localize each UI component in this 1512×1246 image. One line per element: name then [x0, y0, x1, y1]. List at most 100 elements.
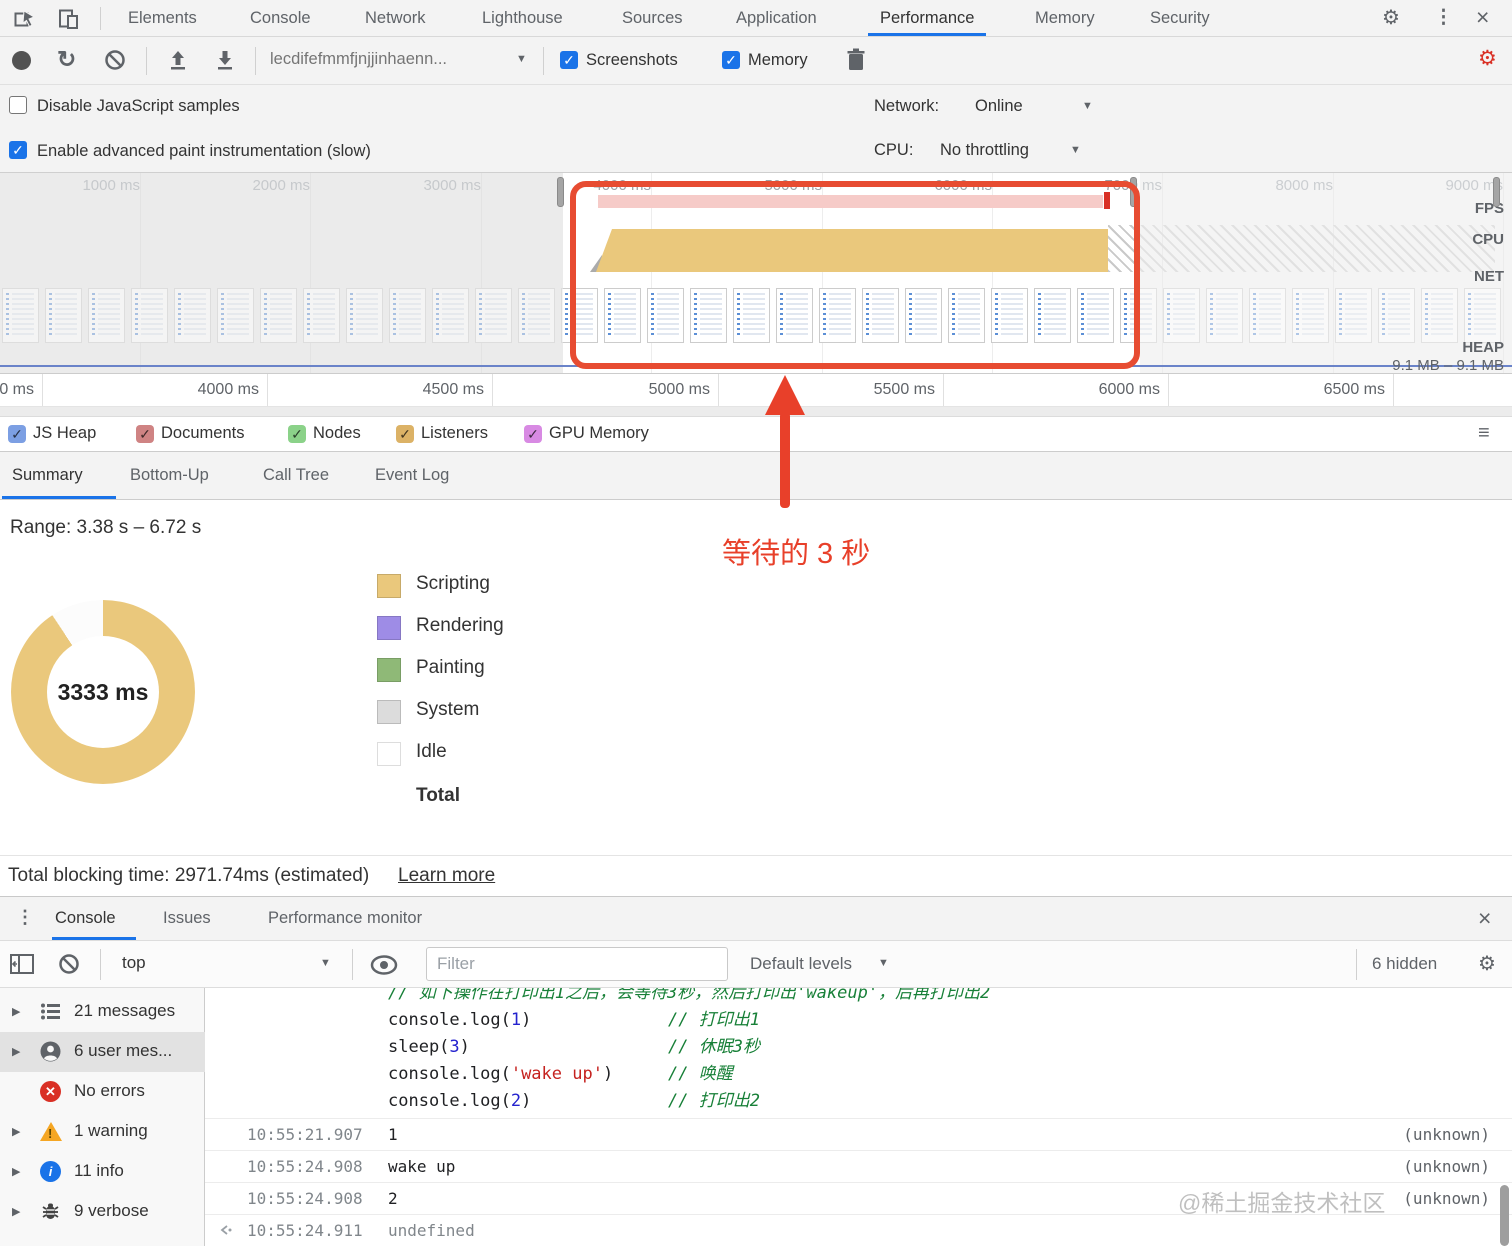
kebab-menu-icon[interactable]: ⋮: [1434, 6, 1453, 29]
tab-call-tree[interactable]: Call Tree: [263, 452, 329, 499]
log-value: wake up: [388, 1157, 456, 1176]
console-code-block[interactable]: // 如下操作在打印出1之后，会等待3秒，然后打印出'wakeup'，后再打印出…: [388, 988, 990, 1115]
legend-swatch-rendering: [377, 616, 401, 640]
chevron-right-icon[interactable]: ▶: [12, 1205, 20, 1218]
sidebar-item-all-messages[interactable]: ▶ 21 messages: [0, 992, 205, 1032]
drawer-tab-console[interactable]: Console: [55, 897, 116, 940]
nodes-checkbox[interactable]: ✓: [288, 425, 306, 443]
memory-label: Memory: [748, 51, 808, 69]
chevron-right-icon[interactable]: ▶: [12, 1165, 20, 1178]
annotation-arrow-shaft: [780, 412, 790, 508]
tab-sources[interactable]: Sources: [618, 0, 687, 36]
js-heap-checkbox[interactable]: ✓: [8, 425, 26, 443]
load-profile-icon[interactable]: [167, 49, 189, 71]
sidebar-item-info[interactable]: ▶ i 11 info: [0, 1152, 205, 1192]
cpu-select-caret-icon[interactable]: ▼: [1070, 144, 1081, 156]
hamburger-menu-icon[interactable]: ≡: [1478, 422, 1490, 445]
inspect-icon[interactable]: [14, 8, 36, 30]
drawer-close-icon[interactable]: ×: [1478, 905, 1491, 932]
drawer-tabbar: ⋮ Console Issues Performance monitor ×: [0, 897, 1512, 941]
log-row[interactable]: 10:55:24.908 wake up (unknown): [205, 1150, 1512, 1182]
close-devtools-icon[interactable]: ×: [1476, 4, 1489, 31]
sidebar-item-warnings[interactable]: ▶ 1 warning: [0, 1112, 205, 1152]
network-select-caret-icon[interactable]: ▼: [1082, 100, 1093, 112]
profile-select[interactable]: lecdifefmmfjnjjinhaenn...: [270, 50, 447, 69]
log-levels-caret-icon[interactable]: ▼: [878, 957, 889, 969]
console-settings-gear-icon[interactable]: ⚙: [1478, 951, 1496, 976]
memory-checkbox[interactable]: ✓: [722, 51, 740, 69]
sidebar-item-errors[interactable]: ✕ No errors: [0, 1072, 205, 1112]
gpu-memory-checkbox[interactable]: ✓: [524, 425, 542, 443]
learn-more-link[interactable]: Learn more: [398, 865, 495, 887]
timeline-overview[interactable]: 1000 ms 2000 ms 3000 ms 4000 ms 5000 ms …: [0, 173, 1512, 373]
reload-record-icon[interactable]: ↻: [57, 46, 76, 73]
capture-settings-gear-icon[interactable]: ⚙: [1478, 46, 1497, 71]
tab-memory[interactable]: Memory: [1031, 0, 1099, 36]
capture-settings-pane: Disable JavaScript samples ✓ Enable adva…: [0, 85, 1512, 173]
settings-gear-icon[interactable]: ⚙: [1382, 5, 1400, 30]
network-select[interactable]: Online: [975, 97, 1023, 116]
profile-select-caret-icon[interactable]: ▼: [516, 53, 527, 65]
trash-icon[interactable]: [846, 48, 866, 72]
drawer-tab-issues[interactable]: Issues: [163, 897, 211, 940]
log-value: 2: [388, 1189, 398, 1208]
device-toolbar-icon[interactable]: [58, 8, 80, 30]
blocking-time-row: Total blocking time: 2971.74ms (estimate…: [0, 855, 1512, 897]
cpu-select[interactable]: No throttling: [940, 141, 1029, 160]
log-source: (unknown): [1403, 1189, 1490, 1208]
tab-bottom-up[interactable]: Bottom-Up: [130, 452, 209, 499]
code-comment: // 打印出2: [668, 1091, 760, 1111]
log-levels-selector[interactable]: Default levels: [750, 954, 852, 974]
clear-console-icon[interactable]: [58, 953, 80, 975]
tab-summary[interactable]: Summary: [12, 452, 83, 499]
sidebar-item-verbose[interactable]: ▶ 9 verbose: [0, 1192, 205, 1232]
live-expression-eye-icon[interactable]: [370, 955, 398, 975]
devtools-tabbar: Elements Console Network Lighthouse Sour…: [0, 0, 1512, 37]
enable-paint-checkbox[interactable]: ✓: [9, 141, 27, 159]
filter-input[interactable]: [426, 947, 728, 981]
context-selector[interactable]: top: [122, 953, 146, 973]
tab-network[interactable]: Network: [361, 0, 430, 36]
console-sidebar: ▶ 21 messages ▶ 6 user mes... ✕ No error…: [0, 988, 205, 1246]
sidebar-item-label: 6 user mes...: [74, 1041, 173, 1060]
clear-recording-icon[interactable]: [104, 49, 126, 71]
blocking-time-text: Total blocking time: 2971.74ms (estimate…: [8, 865, 370, 886]
log-row[interactable]: 10:55:21.907 1 (unknown): [205, 1118, 1512, 1150]
context-selector-caret-icon[interactable]: ▼: [320, 957, 331, 969]
chevron-right-icon[interactable]: ▶: [12, 1125, 20, 1138]
window-left-drag-handle[interactable]: [557, 177, 564, 207]
drawer-tab-performance-monitor[interactable]: Performance monitor: [268, 897, 422, 940]
screenshots-checkbox[interactable]: ✓: [560, 51, 578, 69]
hidden-messages-count[interactable]: 6 hidden: [1372, 954, 1437, 974]
tab-performance[interactable]: Performance: [867, 0, 987, 36]
log-row-result[interactable]: 10:55:24.911 undefined: [205, 1214, 1512, 1246]
tab-elements[interactable]: Elements: [124, 0, 201, 36]
ruler-tick: [267, 374, 268, 406]
net-track-label: NET: [1474, 268, 1504, 285]
tab-lighthouse[interactable]: Lighthouse: [478, 0, 567, 36]
drawer-kebab-icon[interactable]: ⋮: [16, 907, 34, 928]
log-value: 1: [388, 1125, 398, 1144]
console-scrollbar-thumb[interactable]: [1500, 1185, 1509, 1246]
enable-paint-label: Enable advanced paint instrumentation (s…: [37, 142, 371, 160]
sidebar-item-user-messages[interactable]: ▶ 6 user mes...: [0, 1032, 205, 1072]
annotation-arrow-head: [765, 375, 805, 415]
tab-event-log[interactable]: Event Log: [375, 452, 449, 499]
divider: [352, 949, 353, 980]
chevron-right-icon[interactable]: ▶: [12, 1005, 20, 1018]
save-profile-icon[interactable]: [214, 49, 236, 71]
listeners-checkbox[interactable]: ✓: [396, 425, 414, 443]
documents-checkbox[interactable]: ✓: [136, 425, 154, 443]
tab-application[interactable]: Application: [732, 0, 821, 36]
chevron-right-icon[interactable]: ▶: [12, 1045, 20, 1058]
record-button[interactable]: [12, 51, 31, 70]
disable-js-samples-checkbox[interactable]: [9, 96, 27, 114]
timeline-ruler[interactable]: 0 ms 4000 ms 4500 ms 5000 ms 5500 ms 600…: [0, 373, 1512, 407]
overview-edge-handle[interactable]: [1493, 177, 1500, 207]
ruler-label: 6500 ms: [1323, 381, 1385, 398]
console-sidebar-toggle-icon[interactable]: [10, 954, 34, 974]
tab-console[interactable]: Console: [246, 0, 315, 36]
tab-security[interactable]: Security: [1146, 0, 1214, 36]
ruler-label: 6000 ms: [1098, 381, 1160, 398]
divider: [100, 949, 101, 980]
